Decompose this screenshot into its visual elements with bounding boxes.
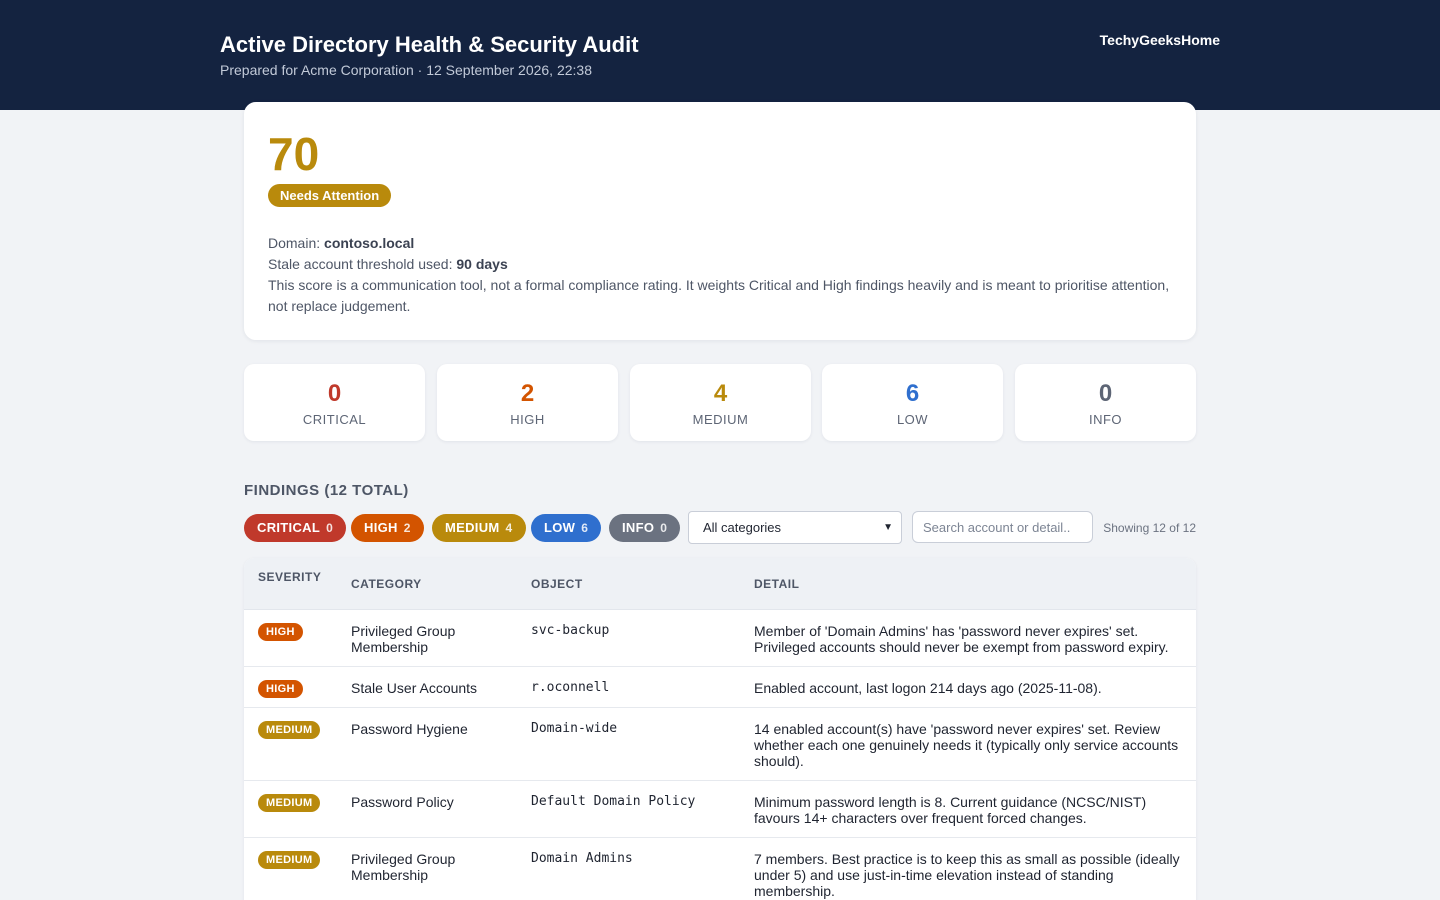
summary-count: 0 bbox=[327, 380, 342, 407]
row-category: Privileged Group Membership bbox=[351, 623, 456, 655]
column-category[interactable]: CATEGORY bbox=[351, 577, 422, 591]
row-object: Domain Admins bbox=[531, 851, 633, 866]
row-detail: Minimum password length is 8. Current gu… bbox=[754, 794, 1147, 826]
showing-count: Showing 12 of 12 bbox=[1103, 521, 1196, 535]
severity-badge: HIGH bbox=[258, 680, 303, 698]
brand-name: TechyGeeksHome bbox=[1099, 32, 1220, 48]
filter-low-chip[interactable]: LOW 6 bbox=[531, 514, 602, 542]
summary-count: 2 bbox=[520, 380, 535, 407]
chip-label: LOW bbox=[544, 520, 576, 535]
findings-table: SEVERITY CATEGORY OBJECT DETAIL HIGH Pri… bbox=[244, 558, 1196, 900]
filter-critical-chip[interactable]: CRITICAL 0 bbox=[244, 514, 347, 542]
row-object: Default Domain Policy bbox=[531, 794, 696, 809]
severity-badge: MEDIUM bbox=[258, 721, 321, 739]
score-details: Domain: contoso.local Stale account thre… bbox=[268, 233, 1172, 317]
severity-badge: MEDIUM bbox=[258, 851, 321, 869]
table-row: HIGH Privileged Group Membership svc-bac… bbox=[244, 610, 1196, 667]
category-select-value: All categories bbox=[703, 520, 782, 535]
row-object: svc-backup bbox=[531, 623, 610, 638]
report-header: Active Directory Health & Security Audit… bbox=[0, 0, 1440, 110]
summary-label: INFO bbox=[1088, 412, 1123, 427]
findings-heading: FINDINGS (12 TOTAL) bbox=[244, 482, 409, 499]
chip-label: MEDIUM bbox=[445, 520, 500, 535]
category-select[interactable]: All categories ▼ bbox=[688, 511, 902, 544]
domain-value: contoso.local bbox=[324, 235, 415, 251]
summary-label: MEDIUM bbox=[692, 412, 749, 427]
row-detail: 7 members. Best practice is to keep this… bbox=[754, 851, 1180, 899]
chip-count: 0 bbox=[660, 521, 668, 535]
summary-count: 0 bbox=[1098, 380, 1113, 407]
chip-label: INFO bbox=[622, 520, 655, 535]
summary-high: 2 HIGH bbox=[437, 364, 618, 441]
health-score: 70 bbox=[268, 128, 320, 180]
summary-critical: 0 CRITICAL bbox=[244, 364, 425, 441]
table-header: SEVERITY CATEGORY OBJECT DETAIL bbox=[244, 558, 1196, 610]
chip-label: HIGH bbox=[364, 520, 398, 535]
row-category: Privileged Group Membership bbox=[351, 851, 456, 883]
chip-label: CRITICAL bbox=[257, 520, 321, 535]
chip-count: 6 bbox=[581, 521, 589, 535]
summary-label: HIGH bbox=[510, 412, 545, 427]
row-object: r.oconnell bbox=[531, 680, 610, 695]
row-category: Password Hygiene bbox=[351, 721, 468, 737]
findings-search-input[interactable] bbox=[912, 511, 1093, 543]
summary-medium: 4 MEDIUM bbox=[630, 364, 811, 441]
filter-info-chip[interactable]: INFO 0 bbox=[609, 514, 681, 542]
table-row: MEDIUM Password Hygiene Domain-wide 14 e… bbox=[244, 708, 1196, 781]
threshold-label: Stale account threshold used: bbox=[268, 256, 453, 272]
severity-badge: MEDIUM bbox=[258, 794, 321, 812]
column-severity[interactable]: SEVERITY bbox=[258, 570, 321, 584]
row-detail: Member of 'Domain Admins' has 'password … bbox=[754, 623, 1169, 655]
chip-count: 0 bbox=[326, 521, 334, 535]
summary-count: 6 bbox=[905, 380, 920, 407]
summary-label: LOW bbox=[896, 412, 929, 427]
threshold-value: 90 days bbox=[456, 256, 508, 272]
score-note: This score is a communication tool, not … bbox=[268, 277, 1170, 314]
table-row: MEDIUM Password Policy Default Domain Po… bbox=[244, 781, 1196, 838]
report-subtitle: Prepared for Acme Corporation · 12 Septe… bbox=[220, 62, 592, 78]
domain-label: Domain: bbox=[268, 235, 321, 251]
chip-count: 2 bbox=[403, 521, 411, 535]
chevron-down-icon: ▼ bbox=[883, 522, 893, 533]
chip-count: 4 bbox=[505, 521, 513, 535]
filter-medium-chip[interactable]: MEDIUM 4 bbox=[432, 514, 526, 542]
table-row: MEDIUM Privileged Group Membership Domai… bbox=[244, 838, 1196, 900]
summary-low: 6 LOW bbox=[822, 364, 1003, 441]
row-detail: 14 enabled account(s) have 'password nev… bbox=[754, 721, 1179, 769]
row-category: Stale User Accounts bbox=[351, 680, 478, 696]
row-detail: Enabled account, last logon 214 days ago… bbox=[754, 680, 1102, 696]
table-row: HIGH Stale User Accounts r.oconnell Enab… bbox=[244, 667, 1196, 708]
report-title: Active Directory Health & Security Audit bbox=[220, 32, 639, 57]
summary-info: 0 INFO bbox=[1015, 364, 1196, 441]
domain-line: Domain: contoso.local bbox=[268, 233, 1172, 254]
summary-label: CRITICAL bbox=[302, 412, 367, 427]
column-object[interactable]: OBJECT bbox=[531, 577, 583, 591]
severity-badge: HIGH bbox=[258, 623, 303, 641]
column-detail[interactable]: DETAIL bbox=[754, 577, 799, 591]
row-object: Domain-wide bbox=[531, 721, 618, 736]
filter-high-chip[interactable]: HIGH 2 bbox=[351, 514, 424, 542]
score-status-badge: Needs Attention bbox=[268, 184, 392, 207]
summary-count: 4 bbox=[713, 380, 728, 407]
score-card: 70 Needs Attention Domain: contoso.local… bbox=[244, 102, 1196, 340]
threshold-line: Stale account threshold used: 90 days bbox=[268, 254, 1172, 275]
row-category: Password Policy bbox=[351, 794, 454, 810]
